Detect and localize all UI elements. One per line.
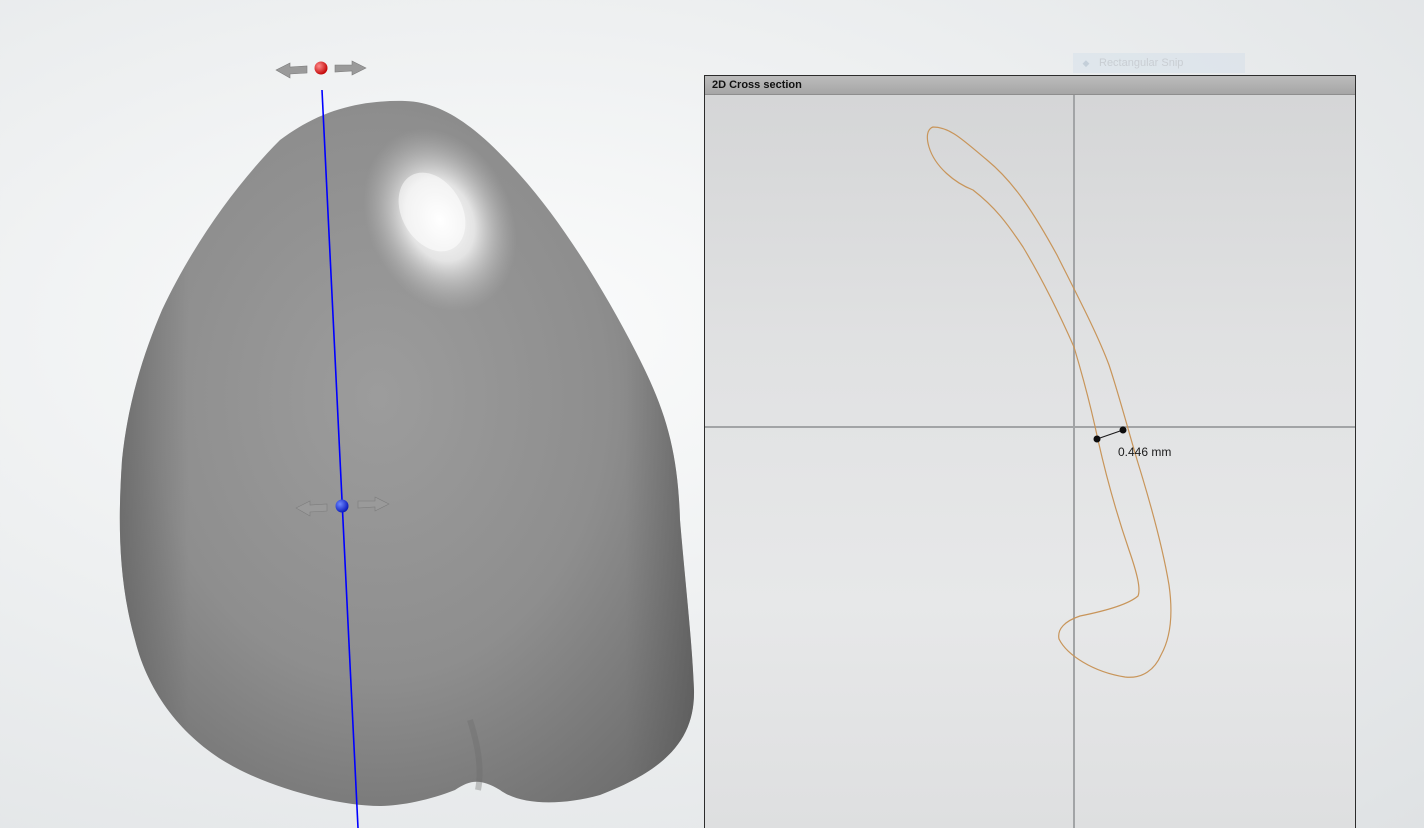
snip-icon: ◆ <box>1082 58 1090 68</box>
cross-section-canvas[interactable]: 0.446 mm <box>705 95 1355 828</box>
arrow-left-icon[interactable] <box>275 62 308 79</box>
rectangular-snip-hint: ◆ Rectangular Snip <box>1073 53 1245 73</box>
tooth-model[interactable] <box>119 100 695 807</box>
center-handle-dot[interactable] <box>335 499 349 513</box>
measurement-label: 0.446 mm <box>1118 445 1171 459</box>
snip-label: Rectangular Snip <box>1099 57 1184 69</box>
top-handle-dot[interactable] <box>314 61 328 75</box>
arrow-right-icon[interactable] <box>334 60 367 76</box>
viewport-3d[interactable] <box>0 0 700 828</box>
measurement-point-outer[interactable] <box>1119 426 1127 434</box>
measurement-point-inner[interactable] <box>1093 435 1101 443</box>
measurement-line <box>1096 429 1124 440</box>
cross-section-panel[interactable]: 2D Cross section 0.446 mm <box>704 75 1356 828</box>
cross-section-contour <box>926 126 1172 678</box>
panel-title: 2D Cross section <box>705 76 1355 95</box>
top-handle[interactable] <box>275 60 367 79</box>
